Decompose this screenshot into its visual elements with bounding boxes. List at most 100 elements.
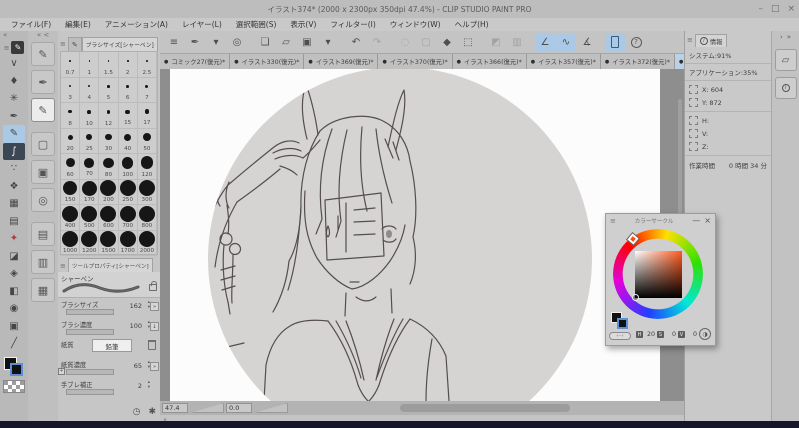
tool-pencil[interactable]: ✎ (3, 125, 25, 143)
brush-size-1200[interactable]: 1200 (80, 230, 100, 256)
brush-size-150[interactable]: 150 (61, 179, 81, 205)
brush-size-1700[interactable]: 1700 (118, 230, 138, 256)
brush-size-800[interactable]: 800 (137, 205, 157, 231)
tool-decoration[interactable]: ❖ (3, 178, 25, 196)
tool-lasso[interactable]: ∨ (3, 55, 25, 73)
menu-item-4[interactable]: 選択範囲(S) (229, 19, 284, 30)
brush-size-60[interactable]: 60 (61, 154, 81, 180)
material-panel-button[interactable]: ▱ (774, 49, 797, 71)
wrench-icon[interactable]: ✱ (148, 407, 156, 417)
main-sub-color-swatches[interactable] (3, 356, 25, 377)
tab-brush-size[interactable]: ブラシサイズ[シャーペン] (81, 37, 158, 51)
brush-size-1-5[interactable]: 1.5 (99, 52, 119, 78)
snap-ruler-icon[interactable]: ∠ (535, 33, 555, 51)
tab-tool-property[interactable]: ツールプロパティ[シャーペン] (67, 258, 153, 272)
property-slider[interactable] (66, 389, 114, 395)
sub-color-swatch[interactable] (10, 362, 23, 376)
redo-icon[interactable]: ↷ (367, 34, 387, 51)
companion-mode-icon[interactable] (605, 33, 625, 51)
brush-size-12[interactable]: 12 (99, 103, 119, 129)
density-dynamics-icon[interactable]: ↓ (150, 322, 159, 331)
property-slider[interactable] (66, 309, 114, 315)
panel-menu-icon[interactable]: ≡ (4, 44, 10, 52)
brush-size-10[interactable]: 10 (80, 103, 100, 129)
panel-subview[interactable]: ▣ (31, 160, 55, 184)
minimize-button[interactable]: – (758, 4, 763, 14)
menu-item-2[interactable]: アニメーション(A) (98, 19, 175, 30)
brush-size-25[interactable]: 25 (80, 128, 100, 154)
snap-curve-icon[interactable]: ∿ (556, 33, 576, 51)
save-dropdown-icon[interactable]: ▾ (318, 34, 338, 51)
color-wheel-window[interactable]: ≡ カラーサークル — × ‹··› H 20 S 0 V 0 ◑ (605, 213, 716, 346)
brush-size-5[interactable]: 5 (99, 77, 119, 103)
slider-detail-icon[interactable]: » (150, 302, 159, 311)
brush-size-300[interactable]: 300 (137, 179, 157, 205)
collapse-panels-icon[interactable]: « < (37, 31, 49, 40)
brush-size-6[interactable]: 6 (118, 77, 138, 103)
brush-size-2000[interactable]: 2000 (137, 230, 157, 256)
panel-menu-icon[interactable]: ≡ (60, 262, 66, 270)
brush-size-170[interactable]: 170 (80, 179, 100, 205)
property-slider[interactable] (66, 329, 114, 335)
transparent-color-swatch[interactable] (3, 379, 25, 393)
clip-studio-icon[interactable]: ◎ (227, 34, 247, 51)
property-value[interactable]: 65 (134, 362, 142, 370)
trash-icon[interactable] (148, 340, 156, 350)
tool-airbrush[interactable]: ∵ (3, 160, 25, 178)
brush-size-1000[interactable]: 1000 (61, 230, 81, 256)
brush-size-30[interactable]: 30 (99, 128, 119, 154)
color-wheel-titlebar[interactable]: ≡ カラーサークル — × (606, 214, 715, 227)
brush-size-200[interactable]: 200 (99, 179, 119, 205)
expand-panel-icon[interactable]: › (780, 33, 783, 41)
panel-timeline[interactable]: ▦ (31, 278, 55, 302)
brush-size-100[interactable]: 100 (118, 154, 138, 180)
menu-item-0[interactable]: ファイル(F) (4, 19, 58, 30)
brush-size-7[interactable]: 7 (137, 77, 157, 103)
brush-size-250[interactable]: 250 (118, 179, 138, 205)
brush-size-40[interactable]: 40 (118, 128, 138, 154)
tool-auto-select[interactable]: ✳ (3, 90, 25, 108)
deselect-icon[interactable]: ▢ (416, 34, 436, 51)
rotation-slider[interactable] (254, 403, 288, 413)
open-file-icon[interactable]: ▱ (276, 34, 296, 51)
tool-gradient[interactable]: ◧ (3, 283, 25, 301)
property-value[interactable]: 100 (130, 322, 142, 330)
document-tab-2[interactable]: ● イラスト369(復元)* (304, 54, 379, 69)
document-tab-4[interactable]: ● イラスト366(復元)* (452, 54, 527, 69)
tone-icon[interactable]: ▥ (507, 34, 527, 51)
tool-curve-pen[interactable]: ∫ (3, 142, 25, 160)
panel-layers[interactable]: ▤ (31, 222, 55, 246)
panel-brush-settings[interactable]: ✎ (31, 98, 55, 122)
horizontal-scrollbar[interactable] (400, 404, 570, 412)
stepper-icon[interactable]: ▴ ▾ (148, 380, 150, 390)
brush-size-2-5[interactable]: 2.5 (137, 52, 157, 78)
tool-eyedropper[interactable]: ♦ (3, 73, 25, 91)
crop-icon[interactable]: ⬚ (458, 34, 478, 51)
panel-zoom[interactable]: ◎ (31, 188, 55, 212)
tool-border[interactable]: ▣ (3, 318, 25, 336)
brush-size-20[interactable]: 20 (61, 128, 81, 154)
brush-size-4[interactable]: 4 (80, 77, 100, 103)
maximize-button[interactable]: □ (771, 4, 780, 14)
menu-item-3[interactable]: レイヤー(L) (175, 19, 229, 30)
property-slider[interactable] (66, 369, 114, 375)
help-icon[interactable]: ? (626, 34, 646, 51)
brush-size-3[interactable]: 3 (61, 77, 81, 103)
panel-navigator[interactable]: ▢ (31, 132, 55, 156)
property-value[interactable]: 162 (130, 302, 142, 310)
artwork-sketch[interactable] (170, 69, 660, 401)
brush-size-1500[interactable]: 1500 (99, 230, 119, 256)
document-tab-1[interactable]: ● イラスト330(復元)* (230, 54, 305, 69)
brush-size-2[interactable]: 2 (118, 52, 138, 78)
select-icon[interactable]: ◌ (395, 34, 415, 51)
hsv-mode-toggle-icon[interactable]: ◑ (699, 328, 711, 340)
tool-pen[interactable]: ✒ (3, 108, 25, 126)
property-value[interactable]: 2 (138, 382, 142, 390)
panel-tool-property[interactable]: ✒ (31, 70, 55, 94)
panel-menu-icon[interactable]: ≡ (60, 40, 66, 48)
slider-detail-icon[interactable]: » (150, 362, 159, 371)
minimize-panel-icon[interactable]: — (692, 216, 700, 225)
brush-size-700[interactable]: 700 (118, 205, 138, 231)
close-button[interactable]: × (787, 4, 795, 14)
menu-item-7[interactable]: ウィンドウ(W) (383, 19, 448, 30)
